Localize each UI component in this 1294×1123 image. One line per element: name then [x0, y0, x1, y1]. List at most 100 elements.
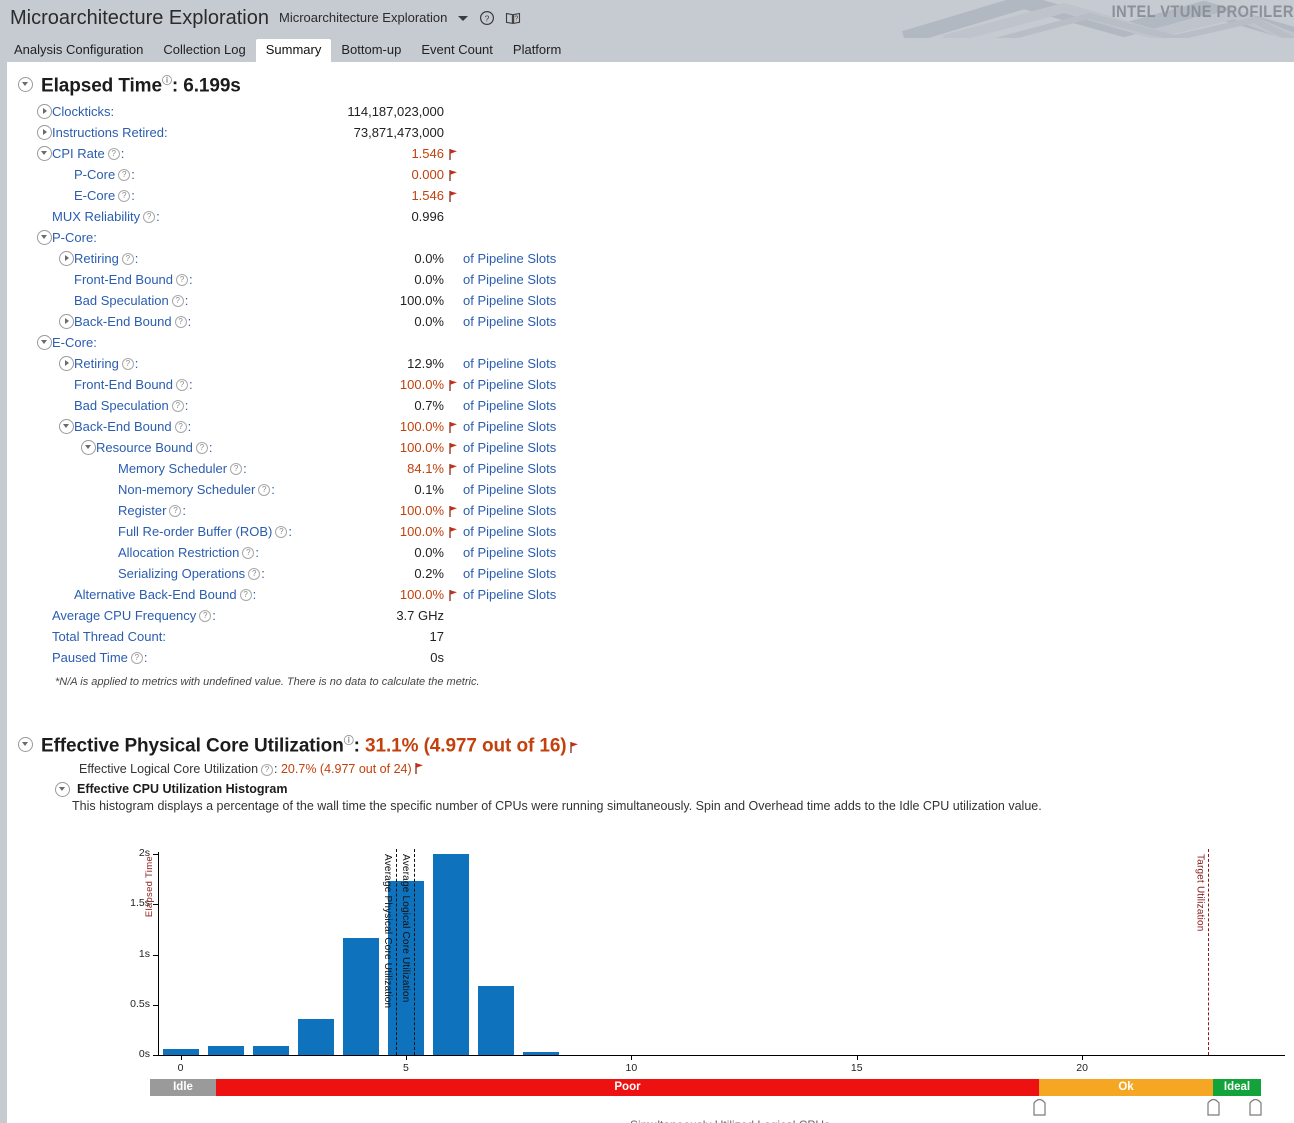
help-circle-icon[interactable]: ? [130, 651, 143, 664]
metric-label[interactable]: Total Thread Count [52, 629, 162, 644]
help-circle-icon[interactable]: ? [239, 588, 252, 601]
help-circle-icon[interactable]: ? [118, 168, 131, 181]
help-superscript-icon[interactable]: ⓘ [162, 76, 172, 87]
metric-expander[interactable] [37, 335, 52, 351]
metric-label[interactable]: Resource Bound [96, 440, 193, 455]
metric-colon: : [134, 251, 139, 267]
help-circle-icon[interactable]: ? [275, 525, 288, 538]
quality-slider-handle[interactable] [1248, 1096, 1263, 1116]
metric-colon: : [143, 650, 148, 666]
metric-expander[interactable] [37, 125, 52, 141]
metric-expander[interactable] [81, 440, 96, 456]
help-circle-icon[interactable]: ? [176, 378, 189, 391]
metric-label[interactable]: Full Re-order Buffer (ROB) [118, 524, 272, 539]
histogram-expander[interactable] [55, 781, 70, 797]
warning-flag-icon [569, 737, 579, 753]
help-circle-icon[interactable]: ? [121, 252, 134, 265]
tab-bottom-up[interactable]: Bottom-up [331, 39, 411, 62]
metric-label[interactable]: Memory Scheduler [118, 461, 227, 476]
help-circle-icon[interactable]: ? [230, 462, 243, 475]
metric-label[interactable]: CPI Rate [52, 146, 105, 161]
metric-label[interactable]: Back-End Bound [74, 419, 172, 434]
metric-expander[interactable] [59, 314, 74, 330]
metric-row: P-Core: [7, 227, 1294, 248]
chevron-down-icon[interactable] [457, 12, 469, 24]
metric-value: 1.546 [411, 188, 444, 204]
quality-slider-handle[interactable] [1032, 1096, 1047, 1116]
help-circle-icon[interactable]: ? [242, 546, 255, 559]
metric-label[interactable]: Back-End Bound [74, 314, 172, 329]
metric-label[interactable]: Bad Speculation [74, 293, 169, 308]
metric-expander-slot [81, 440, 96, 456]
tab-summary[interactable]: Summary [255, 39, 332, 62]
help-circle-icon[interactable]: ? [174, 420, 187, 433]
metric-label[interactable]: Allocation Restriction [118, 545, 239, 560]
metric-row: Retiring?: 12.9% of Pipeline Slots [7, 353, 1294, 374]
warning-flag-icon [414, 762, 424, 774]
metric-expander-slot [37, 125, 52, 141]
metric-label[interactable]: P-Core [74, 167, 115, 182]
quality-slider-handle[interactable] [1206, 1096, 1221, 1116]
help-circle-icon[interactable]: ? [195, 441, 208, 454]
tab-analysis-configuration[interactable]: Analysis Configuration [4, 39, 153, 62]
help-circle-icon[interactable]: ? [176, 273, 189, 286]
metric-expander[interactable] [59, 419, 74, 435]
help-circle-icon[interactable]: ? [107, 147, 120, 160]
tab-event-count[interactable]: Event Count [411, 39, 503, 62]
elapsed-time-title: Elapsed Timeⓘ: 6.199s [41, 75, 241, 97]
metric-unit: of Pipeline Slots [463, 314, 557, 330]
metric-label[interactable]: E-Core [74, 188, 115, 203]
metric-unit: of Pipeline Slots [463, 251, 557, 267]
help-circle-icon[interactable]: ? [479, 10, 495, 26]
metric-unit: of Pipeline Slots [463, 377, 557, 393]
chart-y-tick [153, 854, 158, 855]
elapsed-time-expander[interactable] [18, 77, 33, 93]
core-utilization-expander[interactable] [18, 737, 33, 753]
metric-value: 1.546 [411, 146, 444, 162]
help-circle-icon[interactable]: ? [171, 399, 184, 412]
help-circle-icon[interactable]: ? [174, 315, 187, 328]
help-circle-icon[interactable]: ? [199, 609, 212, 622]
help-circle-icon[interactable]: ? [261, 763, 274, 776]
metric-unit: of Pipeline Slots [463, 587, 557, 603]
chart-x-tick [180, 1055, 182, 1060]
metric-label[interactable]: Instructions Retired [52, 125, 164, 140]
chart-y-tick [153, 1004, 158, 1006]
metric-expander[interactable] [59, 251, 74, 267]
metric-label[interactable]: Bad Speculation [74, 398, 169, 413]
help-circle-icon[interactable]: ? [248, 567, 261, 580]
metric-label[interactable]: Register [118, 503, 166, 518]
help-circle-icon[interactable]: ? [118, 189, 131, 202]
metric-value: 100.0% [399, 587, 444, 603]
metric-label[interactable]: Alternative Back-End Bound [74, 587, 237, 602]
metric-expander[interactable] [37, 230, 52, 246]
metric-label[interactable]: MUX Reliability [52, 209, 140, 224]
book-help-icon[interactable]: ? [505, 10, 521, 26]
metric-label[interactable]: Non-memory Scheduler [118, 482, 255, 497]
metric-label[interactable]: Retiring [74, 251, 119, 266]
metric-label[interactable]: Front-End Bound [74, 272, 173, 287]
help-circle-icon[interactable]: ? [171, 294, 184, 307]
metric-label[interactable]: Retiring [74, 356, 119, 371]
metric-label[interactable]: Average CPU Frequency [52, 608, 196, 623]
tab-platform[interactable]: Platform [503, 39, 571, 62]
metric-expander-slot [59, 419, 74, 435]
help-circle-icon[interactable]: ? [258, 483, 271, 496]
help-superscript-icon[interactable]: ⓘ [344, 736, 354, 747]
metric-expander-slot [37, 104, 52, 120]
help-circle-icon[interactable]: ? [143, 210, 156, 223]
metric-label[interactable]: Clockticks [52, 104, 111, 119]
metric-expander[interactable] [59, 356, 74, 372]
metric-label[interactable]: Paused Time [52, 650, 128, 665]
metric-label[interactable]: E-Core [52, 335, 93, 350]
metric-expander[interactable] [37, 104, 52, 120]
metric-label[interactable]: Serializing Operations [118, 566, 245, 581]
help-circle-icon[interactable]: ? [121, 357, 134, 370]
metric-colon: : [134, 356, 139, 372]
metric-unit: of Pipeline Slots [463, 461, 557, 477]
metric-label[interactable]: Front-End Bound [74, 377, 173, 392]
help-circle-icon[interactable]: ? [169, 504, 182, 517]
metric-expander[interactable] [37, 146, 52, 162]
metric-label[interactable]: P-Core [52, 230, 93, 245]
tab-collection-log[interactable]: Collection Log [153, 39, 255, 62]
